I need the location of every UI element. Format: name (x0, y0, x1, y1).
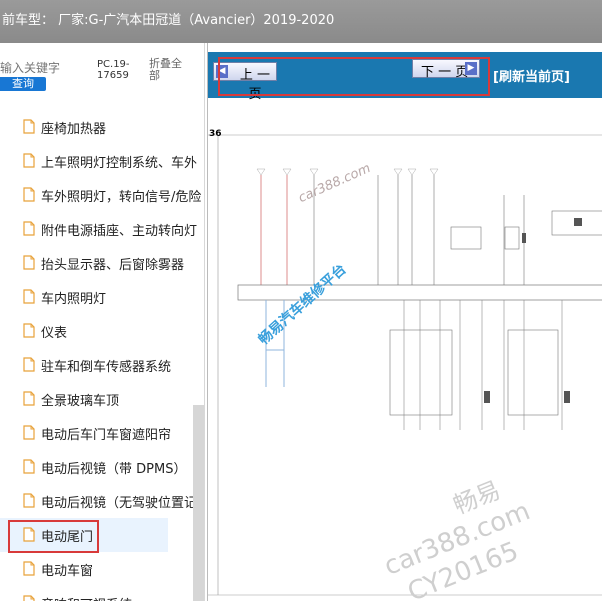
tree-item[interactable]: 上车照明灯控制系统、车外 (0, 144, 197, 178)
refresh-page-link[interactable]: [刷新当前页] (493, 66, 570, 85)
diagram-viewer: ◀ 上 一 页 下 一 页 ▶ [刷新当前页] 36 (207, 43, 602, 601)
document-icon (23, 119, 35, 134)
document-icon (23, 459, 35, 474)
app-window: 前车型： 厂家:G-广汽本田冠道（Avancier）2019-2020 查询 P… (0, 0, 602, 601)
tree-item-label: 电动后车门车窗遮阳帘 (41, 428, 172, 443)
tree-item[interactable]: 车内照明灯 (0, 280, 190, 314)
tree-item-label: 电动后视镜（无驾驶位置记 (41, 496, 198, 511)
search-button[interactable]: 查询 (0, 77, 46, 91)
search-row: 查询 PC.19-17659 折叠全部 (0, 43, 204, 101)
arrow-left-icon: ◀ (216, 65, 228, 78)
tree-item[interactable]: 电动车窗 (0, 552, 190, 586)
tree-item[interactable]: 全景玻璃车顶 (0, 382, 190, 416)
title-bar: 前车型： 厂家:G-广汽本田冠道（Avancier）2019-2020 (0, 0, 602, 43)
sidebar: 查询 PC.19-17659 折叠全部 座椅加热器上车照明灯控制系统、车外车外照… (0, 43, 205, 601)
collapse-all-link[interactable]: 折叠全部 (149, 58, 189, 82)
tree-item[interactable]: 座椅加热器 (0, 110, 190, 144)
document-icon (23, 357, 35, 372)
document-icon (23, 595, 35, 601)
pc-count: PC.19-17659 (97, 59, 130, 81)
tree-item[interactable]: 附件电源插座、主动转向灯 (0, 212, 197, 246)
document-icon (23, 221, 35, 236)
tree-item[interactable]: 电动后视镜（无驾驶位置记 (0, 484, 197, 518)
tree-item[interactable]: 电动后视镜（带 DPMS） (0, 450, 190, 484)
document-icon (23, 391, 35, 406)
arrow-right-icon: ▶ (465, 62, 477, 75)
tree-item-label: 仪表 (41, 326, 68, 341)
next-page-button[interactable]: 下 一 页 ▶ (412, 59, 480, 80)
menu-tree: 座椅加热器上车照明灯控制系统、车外 车外照明灯，转向信号/危险 附件电源插座、主动转… (0, 110, 201, 601)
tree-item-label: 全景玻璃车顶 (41, 394, 120, 409)
search-input[interactable] (0, 59, 92, 77)
document-icon (23, 323, 35, 338)
tree-item-label: 驻车和倒车传感器系统 (41, 360, 172, 375)
vehicle-title: 前车型： 厂家:G-广汽本田冠道（Avancier）2019-2020 (2, 13, 335, 28)
tree-item[interactable]: 抬头显示器、后窗除雾器 (0, 246, 190, 280)
document-icon (23, 255, 35, 270)
tree-item-label: 上车照明灯控制系统、车外 (41, 156, 198, 171)
tree-item-label: 座椅加热器 (41, 122, 107, 137)
tree-item[interactable]: 驻车和倒车传感器系统 (0, 348, 190, 382)
wiring-diagram-drawing (208, 134, 602, 596)
page-nav-bar: ◀ 上 一 页 下 一 页 ▶ [刷新当前页] (208, 52, 602, 102)
tree-item-label: 车外照明灯，转向信号/危险 (41, 190, 202, 205)
document-icon (23, 153, 35, 168)
wiring-diagram[interactable]: 36 (208, 125, 602, 601)
tree-item-label: 音响和可视系统 (41, 594, 132, 601)
tree-item[interactable]: 音响和可视系统 (0, 586, 190, 601)
document-icon (23, 289, 35, 304)
prev-page-button[interactable]: ◀ 上 一 页 (213, 62, 277, 102)
document-icon (23, 425, 35, 440)
document-icon (23, 187, 35, 202)
tree-item[interactable]: 电动后车门车窗遮阳帘 (0, 416, 190, 450)
page-number: 36 (209, 129, 222, 139)
document-icon (23, 561, 35, 576)
sidebar-scrollbar[interactable] (193, 405, 204, 601)
tree-item-label: 电动尾门 (41, 530, 94, 545)
tree-item[interactable]: 电动尾门 (0, 518, 168, 552)
tree-item-label: 车内照明灯 (41, 292, 107, 307)
document-icon (23, 493, 35, 508)
document-icon (23, 527, 35, 542)
tree-item[interactable]: 仪表 (0, 314, 190, 348)
tree-item-label: 抬头显示器、后窗除雾器 (41, 258, 185, 273)
tree-item-label: 附件电源插座、主动转向灯 (41, 224, 198, 239)
tree-item[interactable]: 车外照明灯，转向信号/危险 (0, 178, 201, 212)
tree-item-label: 电动车窗 (41, 564, 94, 579)
tree-item-label: 电动后视镜（带 DPMS） (41, 462, 187, 477)
